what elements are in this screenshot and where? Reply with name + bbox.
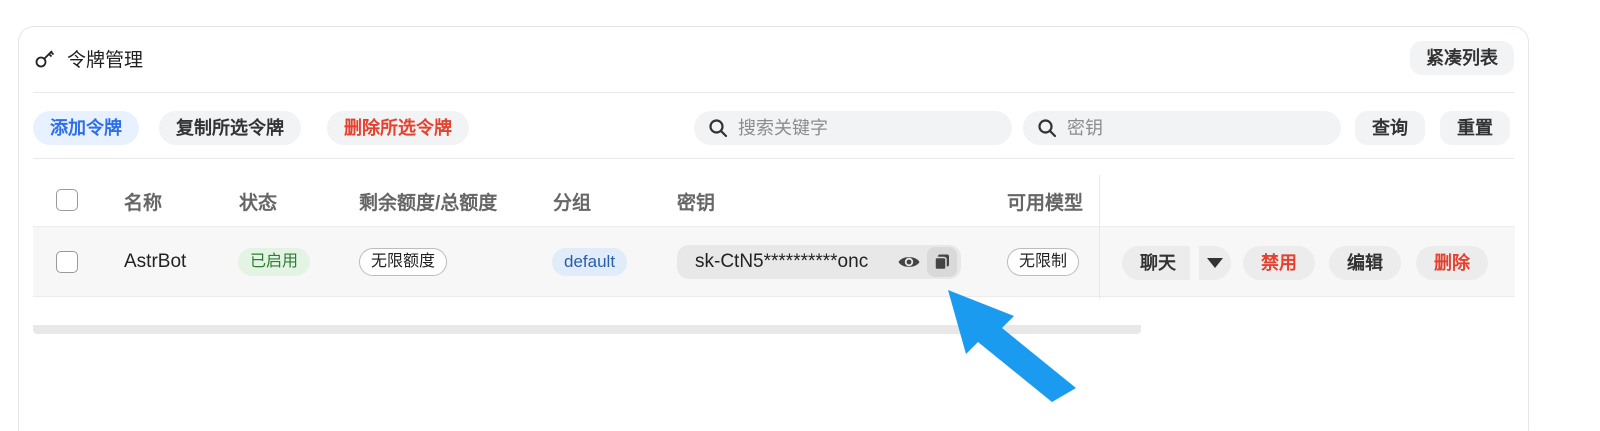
toolbar: 添加令牌 复制所选令牌 删除所选令牌 查询 重置 bbox=[33, 93, 1514, 159]
models-badge: 无限制 bbox=[1007, 248, 1080, 276]
reset-button[interactable]: 重置 bbox=[1440, 111, 1510, 145]
query-button[interactable]: 查询 bbox=[1355, 111, 1425, 145]
column-key[interactable]: 密钥 bbox=[677, 188, 715, 215]
row-checkbox[interactable] bbox=[56, 251, 78, 273]
search-icon bbox=[709, 119, 728, 138]
annotation-arrow bbox=[948, 290, 1076, 402]
key-field: sk-CtN5**********onc bbox=[677, 245, 961, 279]
masked-key: sk-CtN5**********onc bbox=[695, 251, 869, 272]
table-row: AstrBot 已启用 无限额度 default sk-CtN5********… bbox=[33, 227, 1515, 297]
delete-selected-button[interactable]: 删除所选令牌 bbox=[327, 111, 469, 145]
key-search-input[interactable] bbox=[1067, 117, 1327, 139]
column-name[interactable]: 名称 bbox=[124, 188, 162, 215]
search-icon bbox=[1038, 119, 1057, 138]
table-header: 名称 状态 剩余额度/总额度 分组 密钥 可用模型 bbox=[33, 175, 1515, 227]
title-group: 令牌管理 bbox=[33, 45, 143, 72]
page-title: 令牌管理 bbox=[67, 50, 144, 71]
copy-icon bbox=[934, 254, 949, 271]
status-badge: 已启用 bbox=[238, 248, 311, 276]
column-quota[interactable]: 剩余额度/总额度 bbox=[359, 188, 497, 215]
copy-selected-button[interactable]: 复制所选令牌 bbox=[159, 111, 301, 145]
chat-button[interactable]: 聊天 bbox=[1122, 246, 1190, 280]
add-token-button[interactable]: 添加令牌 bbox=[33, 111, 139, 145]
delete-button[interactable]: 删除 bbox=[1416, 246, 1488, 280]
token-table: 名称 状态 剩余额度/总额度 分组 密钥 可用模型 AstrBot 已启用 无限… bbox=[33, 175, 1515, 299]
key-search-box bbox=[1023, 111, 1341, 145]
group-badge: default bbox=[552, 248, 628, 276]
column-group[interactable]: 分组 bbox=[553, 188, 591, 215]
keyword-search-input[interactable] bbox=[738, 117, 998, 139]
keyword-search-box bbox=[694, 111, 1012, 145]
column-divider bbox=[1099, 175, 1100, 299]
column-models[interactable]: 可用模型 bbox=[1007, 188, 1083, 215]
quota-badge: 无限额度 bbox=[359, 248, 448, 276]
eye-icon[interactable] bbox=[897, 251, 921, 273]
key-icon bbox=[35, 49, 55, 67]
column-status[interactable]: 状态 bbox=[239, 188, 277, 215]
token-name: AstrBot bbox=[124, 251, 187, 272]
edit-button[interactable]: 编辑 bbox=[1329, 246, 1401, 280]
disable-button[interactable]: 禁用 bbox=[1243, 246, 1315, 280]
select-all-checkbox[interactable] bbox=[56, 189, 78, 211]
chat-dropdown-button[interactable] bbox=[1199, 246, 1231, 280]
copy-key-button[interactable] bbox=[927, 247, 957, 277]
token-management-card: 令牌管理 紧凑列表 添加令牌 复制所选令牌 删除所选令牌 查询 重置 名称 状态… bbox=[18, 26, 1529, 431]
compact-list-button[interactable]: 紧凑列表 bbox=[1410, 41, 1514, 75]
caret-down-icon bbox=[1207, 258, 1223, 268]
card-header: 令牌管理 紧凑列表 bbox=[33, 27, 1514, 93]
